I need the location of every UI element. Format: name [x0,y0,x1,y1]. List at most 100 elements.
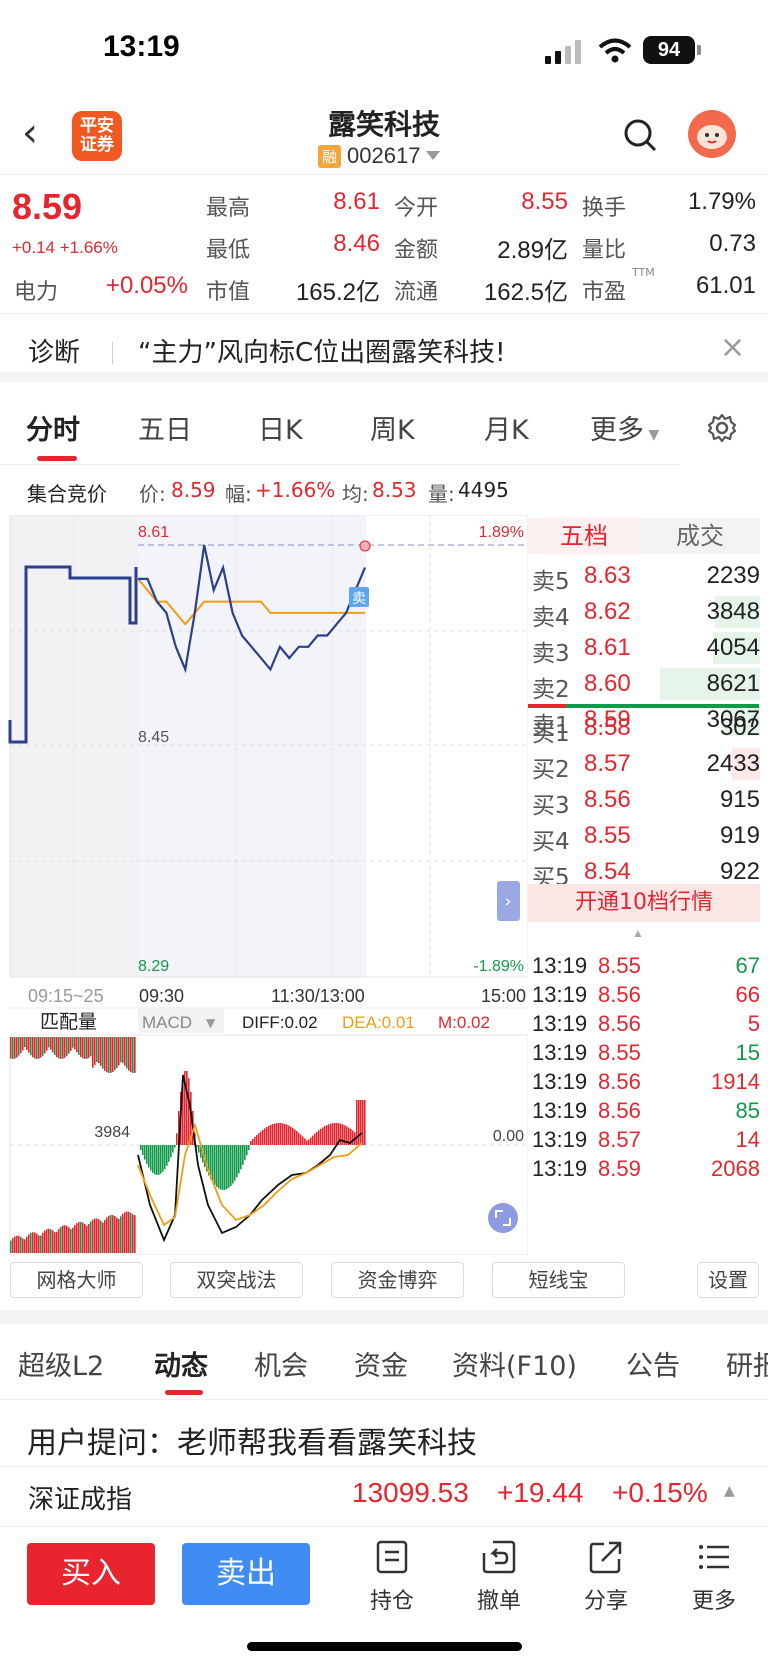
macd-bar [286,1124,288,1145]
caret-up-icon[interactable]: ▲ [632,926,644,940]
diagnosis-bar[interactable]: 诊断 “主力”风向标C位出圈露笑科技! × [0,322,768,382]
match-bar [34,1037,36,1059]
search-icon[interactable] [622,117,658,153]
macd-bar [320,1128,322,1145]
price-change: +0.14 +1.66% [12,238,118,257]
tab-monthly-k[interactable]: 月K [484,408,529,447]
tab-super-l2[interactable]: 超级L2 [18,1344,104,1383]
ask-level-row[interactable]: 卖2 8.60 8621 [528,666,760,703]
macd-dea: DEA:0.01 [342,1013,415,1032]
bid-level-row[interactable]: 买3 8.56 915 [528,782,760,819]
buy-button[interactable]: 买入 [27,1543,155,1605]
share-button[interactable]: 分享 [571,1539,641,1615]
open-ten-levels-button[interactable]: 开通10档行情 [528,884,760,922]
macd-bar [328,1124,330,1145]
bid-level-row[interactable]: 买1 8.58 302 [528,710,760,747]
sector-label[interactable]: 电力 [14,274,58,306]
close-icon[interactable]: × [720,330,745,365]
y-mid-label: 8.45 [138,729,169,746]
holdings-button[interactable]: 持仓 [357,1539,427,1615]
match-bar [112,1215,114,1253]
tab-trades[interactable]: 成交 [640,518,760,554]
macd-bar [260,1131,262,1145]
caret-down-icon: ▼ [644,427,660,443]
sell-button[interactable]: 卖出 [182,1543,310,1605]
macd-bar [176,1133,178,1145]
user-question[interactable]: 用户提问：老师帮我看看露笑科技 [27,1418,477,1462]
quote-value: 162.5亿 [483,279,568,306]
double-break-button[interactable]: 双突战法 [170,1262,303,1298]
macd-m: M:0.02 [438,1013,490,1032]
intraday-chart[interactable]: 8.61 8.45 8.29 1.89% -1.89% 卖 › 09:15~25… [0,515,528,1255]
auction-label: 集合竞价 [27,482,107,506]
match-bar [126,1037,128,1069]
diagnosis-text[interactable]: “主力”风向标C位出圈露笑科技! [138,332,506,369]
avatar[interactable] [688,110,736,158]
match-bar [22,1037,24,1051]
fullscreen-icon[interactable] [488,1203,518,1233]
bid-level-row[interactable]: 买2 8.57 2433 [528,746,760,783]
tab-intraday[interactable]: 分时 [26,408,80,447]
macd-bar [358,1100,360,1145]
match-bar [26,1236,28,1253]
cancel-order-button[interactable]: 撤单 [464,1539,534,1615]
tab-f10[interactable]: 资料(F10) [452,1344,577,1383]
tab-five-levels[interactable]: 五档 [528,518,640,554]
amp-key: 幅: [225,482,252,506]
ask-level-row[interactable]: 卖3 8.61 4054 [528,630,760,667]
macd-bars [140,1070,366,1190]
quote-label: 今开 [394,196,439,221]
sector-change[interactable]: +0.05% [80,272,188,300]
settings-gear-icon[interactable] [706,412,738,444]
match-bar [128,1211,130,1253]
grid-master-button[interactable]: 网格大师 [10,1262,143,1298]
trade-time: 13:19 [532,982,588,1007]
match-bar [134,1037,136,1073]
macd-bar [246,1145,248,1156]
quote-value: 8.55 [521,188,568,215]
more-button[interactable]: 更多 [679,1539,749,1615]
macd-bar [170,1145,172,1158]
trade-price: 8.55 [598,953,641,978]
tab-more[interactable]: 更多 ▼ [590,408,659,447]
short-term-button[interactable]: 短线宝 [492,1262,625,1298]
macd-bar [302,1136,304,1145]
trade-time: 13:19 [532,1069,588,1094]
ask-level-row[interactable]: 卖5 8.63 2239 [528,558,760,595]
match-bar [90,1037,92,1057]
match-bar [80,1037,82,1057]
capital-game-button[interactable]: 资金博弈 [331,1262,464,1298]
match-bar [102,1037,104,1069]
tab-news[interactable]: 动态 [154,1344,208,1383]
macd-bar [144,1145,146,1160]
tab-five-day[interactable]: 五日 [138,408,192,447]
macd-bar [322,1127,324,1145]
match-bar [122,1213,124,1253]
order-book: 五档 成交 卖5 8.63 2239 卖4 8.62 3848 卖3 8.61 4054 卖2 8.… [528,518,768,1218]
trade-price: 8.56 [598,982,641,1007]
stock-header: ‹ 平安 证券 露笑科技 融 002617 [0,95,768,175]
match-bar [70,1037,72,1051]
bid-level-row[interactable]: 买4 8.55 919 [528,818,760,855]
tab-research[interactable]: 研报 [726,1344,768,1383]
tab-daily-k[interactable]: 日K [258,408,303,447]
tab-weekly-k[interactable]: 周K [370,408,415,447]
tools-settings-button[interactable]: 设置 [697,1262,759,1298]
price-key: 价: [139,482,166,506]
match-bar [56,1231,58,1253]
tab-announcements[interactable]: 公告 [626,1344,680,1383]
signal-icon [545,40,581,64]
tab-funds[interactable]: 资金 [354,1344,408,1383]
macd-bar [152,1145,154,1173]
tab-opportunity[interactable]: 机会 [254,1344,308,1383]
match-bar [108,1215,110,1253]
stock-code-selector[interactable]: 融 002617 [318,143,441,169]
stock-code: 002617 [347,143,421,168]
macd-bar [256,1135,258,1145]
ask-level-row[interactable]: 卖4 8.62 3848 [528,594,760,631]
match-bar [128,1037,130,1071]
index-ticker[interactable]: 深证成指 13099.53 +19.44 +0.15% ▲ [0,1466,768,1526]
caret-up-icon[interactable]: ▲ [724,1483,735,1499]
match-bar [132,1214,134,1253]
trade-row: 13:19 8.55 67 [532,953,760,981]
